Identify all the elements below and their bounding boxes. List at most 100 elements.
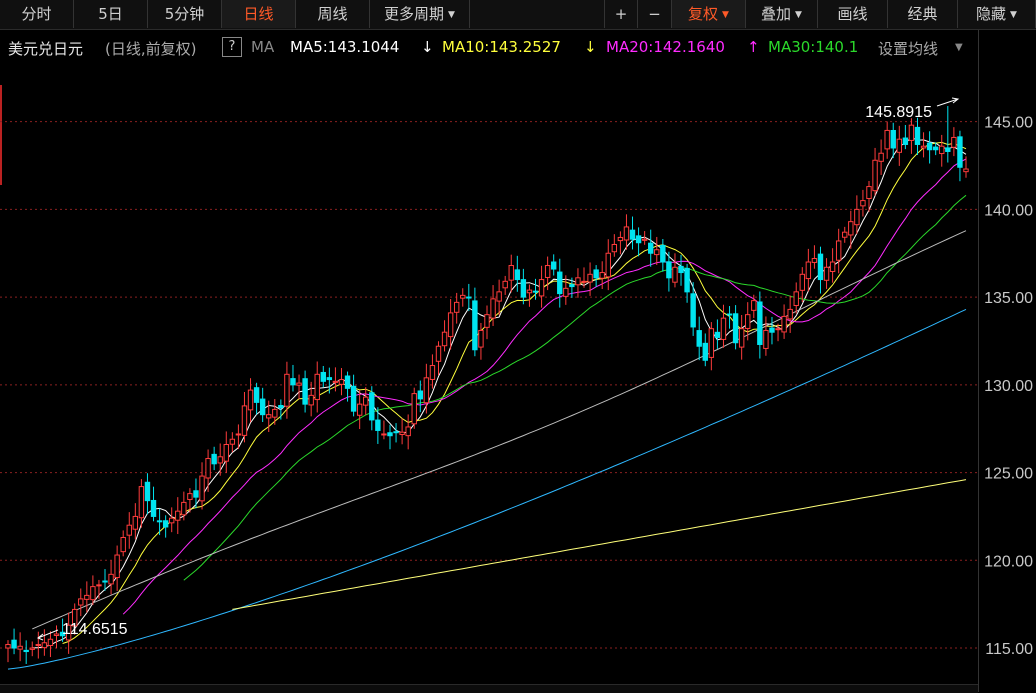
candle-body [550, 261, 557, 270]
candle-body [429, 365, 436, 380]
candle-body [544, 265, 551, 278]
candle-body [751, 300, 757, 311]
candle-body [654, 249, 660, 256]
candle-body [611, 243, 618, 253]
candle-body [793, 291, 799, 307]
candle-body [945, 147, 951, 152]
candle-body [738, 328, 745, 348]
candle-body [866, 186, 872, 199]
candle-body [278, 404, 284, 409]
candle-body [78, 598, 84, 606]
candle-body [575, 277, 581, 286]
candle-body [769, 327, 775, 333]
high-annotation: 145.8915 [865, 104, 932, 121]
candle-body [817, 253, 824, 281]
candle-body [532, 290, 539, 293]
candle-body [47, 638, 54, 646]
arrow-icon [936, 97, 960, 107]
candle-body [860, 200, 866, 207]
candle-body [775, 328, 781, 331]
candle-body [350, 385, 357, 412]
candle-body [648, 242, 654, 254]
candle-body [181, 501, 187, 516]
candle-body [617, 236, 624, 242]
candle-body [114, 554, 120, 579]
candle-body [690, 293, 696, 328]
candle-body [356, 403, 363, 416]
candle-body [763, 329, 769, 349]
candle-body [241, 405, 248, 436]
candle-body [338, 379, 345, 385]
candle-body [35, 644, 42, 647]
candle-body [902, 137, 909, 145]
candle-body [593, 269, 599, 279]
candle-body [375, 419, 381, 431]
y-tick-label: 120.00 [984, 553, 1033, 570]
candle-body [393, 431, 399, 434]
y-tick-label: 130.00 [984, 378, 1033, 395]
candle-body [635, 235, 642, 244]
candle-body [920, 145, 927, 149]
candle-body [678, 265, 684, 274]
candle-body [484, 314, 490, 328]
candle-body [587, 273, 593, 283]
candle-body [720, 317, 727, 340]
candle-body [502, 280, 508, 289]
candle-body [666, 261, 672, 279]
candle-body [629, 229, 636, 240]
candle-body [290, 378, 296, 386]
candle-body [84, 594, 90, 600]
candle-body [829, 261, 836, 272]
candle-body [405, 426, 411, 437]
candle-body [156, 520, 163, 523]
candle-body [308, 394, 314, 406]
candle-body [823, 266, 830, 281]
candle-body [842, 231, 848, 238]
candle-body [848, 221, 854, 236]
candle-body [229, 438, 236, 445]
candle-body [150, 499, 157, 517]
candle-body [169, 517, 175, 524]
candle-body [17, 645, 23, 650]
candle-body [787, 308, 793, 320]
candle-body [23, 649, 29, 653]
candle-body [272, 408, 278, 418]
candle-body [138, 486, 145, 519]
candle-body [259, 398, 266, 416]
candle-body [781, 315, 787, 333]
candle-body [805, 261, 812, 280]
candle-body [381, 433, 387, 436]
candle-body [490, 298, 496, 319]
candle-body [496, 291, 502, 302]
candle-body [835, 240, 842, 261]
candle-body [508, 265, 514, 281]
candle-body [247, 389, 254, 411]
candle-body [320, 371, 326, 382]
ma-line-ma250 [232, 479, 967, 610]
candle-body [417, 390, 424, 400]
candle-body [193, 490, 199, 498]
candle-body [132, 515, 139, 530]
candle-body [399, 431, 405, 435]
candle-body [951, 136, 957, 148]
candle-body [296, 382, 302, 386]
candle-body [102, 580, 108, 583]
candle-body [332, 380, 339, 383]
y-tick-label: 115.00 [985, 641, 1033, 658]
candle-body [890, 129, 896, 149]
candle-body [569, 284, 575, 288]
candle-body [957, 136, 963, 168]
candle-body [266, 414, 272, 419]
candle-body [884, 129, 890, 150]
candle-body [581, 280, 587, 283]
candle-body [53, 633, 60, 636]
candle-body [162, 520, 169, 528]
candle-body [926, 142, 933, 151]
candle-body [344, 375, 351, 389]
candle-body [745, 314, 751, 329]
ma-line-ma30 [183, 194, 967, 581]
candle-body [126, 524, 132, 536]
candle-body [799, 273, 805, 291]
candle-body [605, 252, 611, 278]
candle-body [460, 294, 466, 299]
